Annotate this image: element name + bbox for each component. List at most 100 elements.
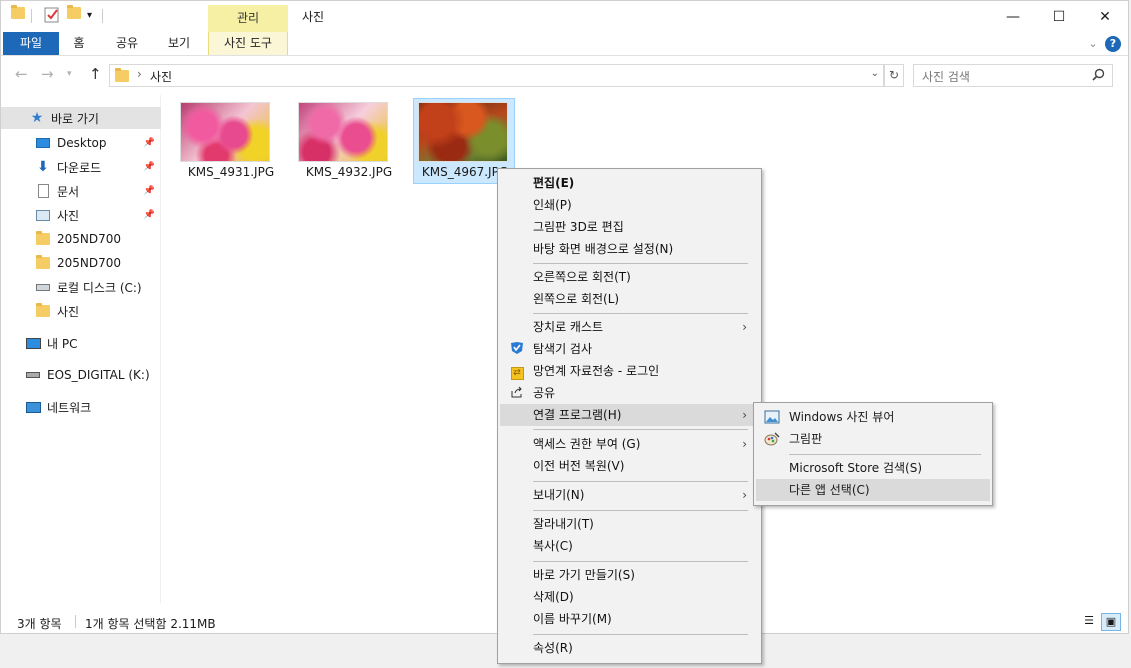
help-icon[interactable]: ? (1105, 36, 1121, 52)
transfer-icon: ⇄ (509, 363, 525, 380)
address-dropdown-icon[interactable]: ⌄ (871, 68, 879, 79)
forward-icon[interactable]: → (41, 65, 54, 83)
menu-item-give-access[interactable]: 액세스 권한 부여 (G) › (500, 433, 759, 455)
menu-item-set-wallpaper[interactable]: 바탕 화면 배경으로 설정(N) (500, 238, 759, 260)
pin-icon: 📌 (143, 138, 155, 148)
menu-item-cast[interactable]: 장치로 캐스트 › (500, 316, 759, 338)
nav-quick-access[interactable]: ★ 바로 가기 (1, 107, 161, 129)
up-icon[interactable]: ↑ (89, 65, 102, 83)
menu-item-scan[interactable]: 탐색기 검사 (500, 338, 759, 360)
computer-icon (25, 335, 41, 351)
menu-label: 다른 앱 선택(C) (789, 483, 870, 497)
menu-item-upload[interactable]: ⇄ 망연계 자료전송 - 로그인 (500, 360, 759, 382)
menu-item-open-with[interactable]: 연결 프로그램(H) › (500, 404, 759, 426)
customize-qa-icon[interactable]: ▾ (87, 7, 92, 25)
menu-label: 이전 버전 복원(V) (533, 459, 625, 473)
download-icon: ⬇ (37, 159, 49, 175)
menu-item-rotate-left[interactable]: 왼쪽으로 회전(L) (500, 288, 759, 310)
nav-item-local-disk[interactable]: 로컬 디스크 (C:) (1, 276, 161, 298)
folder-icon (35, 255, 51, 271)
new-folder-icon[interactable] (67, 5, 81, 25)
menu-item-print[interactable]: 인쇄(P) (500, 194, 759, 216)
menu-item-rotate-right[interactable]: 오른쪽으로 회전(T) (500, 266, 759, 288)
maximize-button[interactable]: ☐ (1036, 1, 1082, 32)
nav-eos-digital[interactable]: EOS_DIGITAL (K:) (1, 364, 161, 386)
submenu-item-choose-app[interactable]: 다른 앱 선택(C) (756, 479, 990, 501)
breadcrumb-separator: › (137, 67, 142, 81)
menu-item-copy[interactable]: 복사(C) (500, 535, 759, 557)
address-bar[interactable]: › 사진 ⌄ (109, 64, 884, 87)
submenu-item-photo-viewer[interactable]: Windows 사진 뷰어 (756, 406, 990, 428)
submenu-item-paint[interactable]: 그림판 (756, 428, 990, 450)
tab-file[interactable]: 파일 (3, 32, 59, 55)
nav-network[interactable]: 네트워크 (1, 396, 161, 418)
details-view-icon[interactable]: ☰ (1079, 613, 1099, 631)
menu-item-delete[interactable]: 삭제(D) (500, 586, 759, 608)
menu-label: 바로 가기 만들기(S) (533, 568, 635, 582)
close-button[interactable]: ✕ (1082, 1, 1128, 32)
refresh-button[interactable]: ↻ (884, 64, 904, 87)
large-icons-view-icon[interactable]: ▣ (1101, 613, 1121, 631)
photo-viewer-icon (764, 409, 780, 425)
expand-ribbon-icon[interactable]: ⌄ (1085, 32, 1101, 55)
menu-label: 편집(E) (533, 176, 575, 190)
nav-item-documents[interactable]: 문서 📌 (1, 180, 161, 202)
menu-item-restore-versions[interactable]: 이전 버전 복원(V) (500, 455, 759, 477)
nav-label: Desktop (57, 136, 107, 150)
tab-share[interactable]: 공유 (107, 32, 147, 55)
nav-item-desktop[interactable]: Desktop 📌 (1, 132, 161, 154)
tab-picture-tools[interactable]: 사진 도구 (208, 32, 288, 55)
file-item[interactable]: KMS_4931.JPG (179, 99, 281, 183)
menu-label: 이름 바꾸기(M) (533, 612, 612, 626)
network-icon (25, 399, 41, 415)
submenu-item-store-search[interactable]: Microsoft Store 검색(S) (756, 457, 990, 479)
menu-item-send-to[interactable]: 보내기(N) › (500, 484, 759, 506)
document-icon (35, 183, 51, 199)
nav-this-pc[interactable]: 내 PC (1, 332, 161, 354)
menu-item-properties[interactable]: 속성(R) (500, 637, 759, 659)
menu-separator (533, 634, 748, 635)
menu-item-cut[interactable]: 잘라내기(T) (500, 513, 759, 535)
context-tab-header: 관리 (208, 5, 288, 32)
chevron-right-icon: › (742, 437, 747, 451)
search-box[interactable]: 사진 검색 (913, 64, 1113, 87)
menu-label: 인쇄(P) (533, 198, 572, 212)
menu-label: 장치로 캐스트 (533, 320, 604, 334)
nav-item-folder[interactable]: 사진 (1, 300, 161, 322)
recent-locations-icon[interactable]: ▾ (67, 69, 72, 79)
nav-item-folder[interactable]: 205ND700 (1, 228, 161, 250)
breadcrumb-item[interactable]: 사진 (150, 68, 172, 85)
folder-icon (35, 231, 51, 247)
window-title: 사진 (302, 10, 325, 24)
file-item[interactable]: KMS_4932.JPG (297, 99, 399, 183)
nav-item-folder[interactable]: 205ND700 (1, 252, 161, 274)
menu-label: 공유 (533, 386, 556, 400)
properties-icon[interactable] (44, 7, 60, 25)
menu-separator (533, 313, 748, 314)
menu-item-edit-paint3d[interactable]: 그림판 3D로 편집 (500, 216, 759, 238)
menu-item-edit[interactable]: 편집(E) (500, 172, 759, 194)
tab-view[interactable]: 보기 (159, 32, 199, 55)
nav-item-pictures[interactable]: 사진 📌 (1, 204, 161, 226)
minimize-button[interactable]: — (990, 1, 1036, 32)
menu-label: 그림판 3D로 편집 (533, 220, 624, 234)
divider (75, 615, 76, 628)
removable-drive-icon (25, 367, 41, 383)
shield-scan-icon (509, 341, 525, 357)
folder-icon (35, 303, 51, 319)
paint-icon (764, 431, 780, 447)
photo-thumbnail (180, 102, 270, 162)
chevron-right-icon: › (742, 408, 747, 422)
file-name: KMS_4931.JPG (187, 165, 275, 179)
folder-icon (11, 5, 25, 25)
menu-label: 왼쪽으로 회전(L) (533, 292, 620, 306)
nav-label: 사진 (57, 208, 80, 223)
menu-item-rename[interactable]: 이름 바꾸기(M) (500, 608, 759, 630)
tab-home[interactable]: 홈 (65, 32, 93, 55)
menu-item-create-shortcut[interactable]: 바로 가기 만들기(S) (500, 564, 759, 586)
nav-label: 내 PC (47, 336, 78, 351)
back-icon[interactable]: ← (15, 65, 28, 83)
star-icon: ★ (30, 110, 44, 126)
menu-item-share[interactable]: 공유 (500, 382, 759, 404)
nav-item-downloads[interactable]: ⬇ 다운로드 📌 (1, 156, 161, 178)
